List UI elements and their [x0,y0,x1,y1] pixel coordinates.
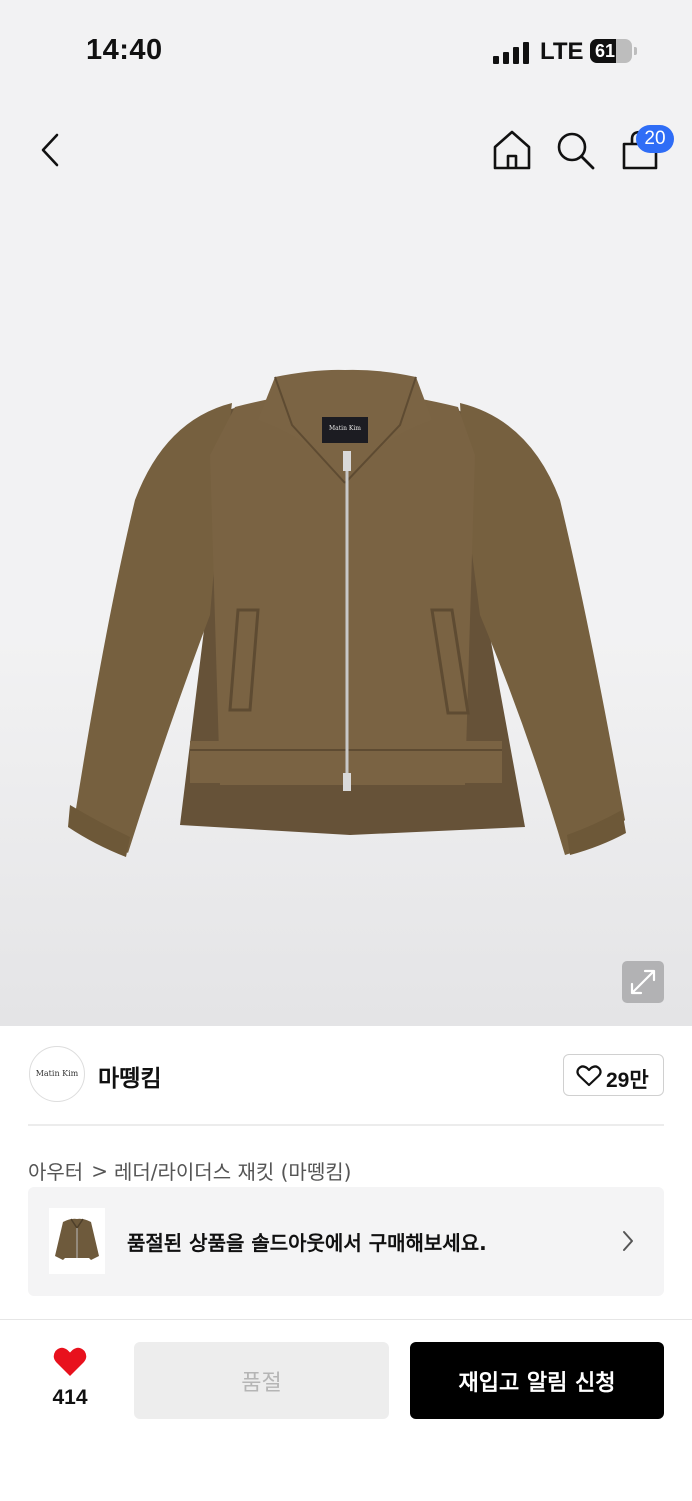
bottom-action-bar: 414 품절 재입고 알림 신청 [0,1319,692,1501]
product-image: Matin Kim [68,369,626,857]
brand-like-button[interactable]: 29만 [563,1054,664,1096]
expand-image-button[interactable] [622,961,664,1003]
banner-product-thumbnail [49,1208,105,1274]
breadcrumb-category[interactable]: 아우터 [28,1156,83,1185]
expand-icon [630,969,656,995]
chevron-left-icon [41,133,59,167]
soldout-banner[interactable]: 품절된 상품을 솔드아웃에서 구매해보세요. [28,1187,664,1296]
brand-row: Matin Kim 마뗑킴 29만 [0,1026,692,1126]
restock-alert-button[interactable]: 재입고 알림 신청 [410,1342,664,1419]
breadcrumb-separator: > [91,1158,108,1183]
product-hero: 14:40 LTE 61 20 Matin Kim [0,0,692,1026]
section-divider [28,1124,664,1126]
battery-icon: 61 [590,39,632,63]
network-type: LTE [540,38,584,65]
heart-filled-icon [53,1347,87,1376]
chevron-right-icon [623,1231,633,1251]
home-button[interactable] [490,128,534,172]
wishlist-button[interactable]: 414 [40,1346,100,1416]
cart-count-badge: 20 [636,125,674,153]
status-bar: 14:40 LTE 61 [0,0,692,100]
signal-icon [493,42,529,64]
brand-like-count: 29만 [606,1069,649,1092]
search-button[interactable] [554,128,598,172]
heart-outline-icon [576,1065,602,1087]
status-time: 14:40 [86,34,163,66]
back-button[interactable] [30,128,70,172]
banner-text: 품절된 상품을 솔드아웃에서 구매해보세요. [127,1231,487,1255]
breadcrumb-subcategory[interactable]: 레더/라이더스 재킷 (마뗑킴) [114,1156,351,1185]
soldout-button: 품절 [134,1342,389,1419]
brand-name[interactable]: 마뗑킴 [98,1059,161,1093]
home-icon [493,130,531,170]
search-icon [557,132,595,170]
battery-tip [634,47,637,55]
garment-label-text: Matin Kim [329,425,361,432]
wishlist-count: 414 [52,1386,88,1409]
battery-percent: 61 [594,41,616,61]
breadcrumb: 아우터 > 레더/라이더스 재킷 (마뗑킴) [28,1156,351,1185]
brand-logo[interactable]: Matin Kim [29,1046,85,1102]
